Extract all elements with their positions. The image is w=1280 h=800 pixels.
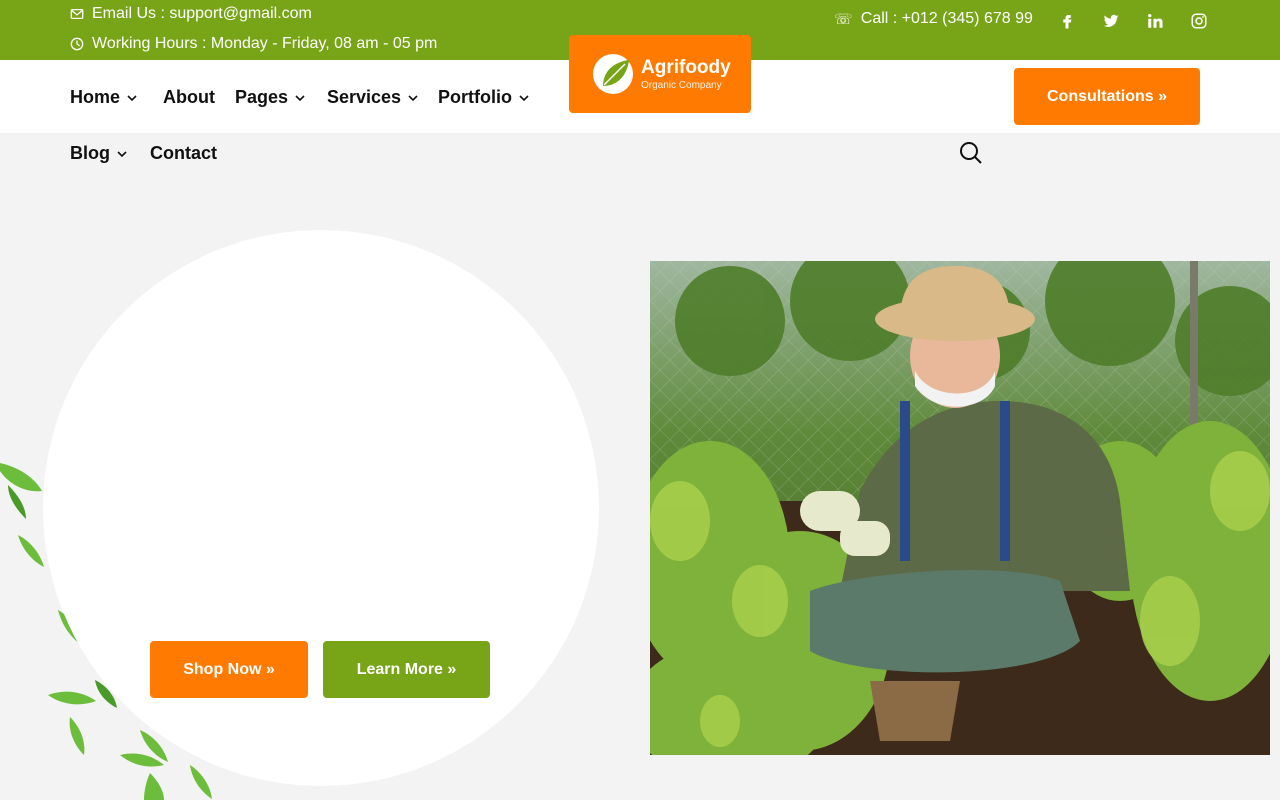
leaf-logo-icon [593, 54, 633, 94]
consultations-button[interactable]: Consultations » [1014, 68, 1200, 125]
brand-tagline: Organic Company [641, 79, 722, 91]
nav-label-contact: Contact [150, 143, 217, 163]
nav-label-pages: Pages [235, 87, 289, 107]
nav-item-contact[interactable]: Contact [150, 143, 217, 164]
mail-icon [70, 8, 84, 20]
hero-circle [43, 230, 599, 786]
chevron-down-icon [117, 150, 127, 157]
call-info[interactable]: ☏ Call : +012 (345) 678 99 [834, 10, 1033, 28]
nav-item-pages[interactable]: Pages [235, 87, 306, 108]
nav-item-about[interactable]: About [163, 87, 215, 108]
nav-label-services: Services [327, 87, 402, 107]
nav-label-blog: Blog [70, 143, 110, 163]
chevron-down-icon [127, 94, 137, 101]
nav-item-blog[interactable]: Blog [70, 143, 128, 164]
hours-text: Working Hours : Monday - Friday, 08 am -… [92, 35, 438, 52]
call-text: Call : +012 (345) 678 99 [860, 10, 1033, 27]
social-links [1045, 10, 1221, 32]
linkedin-icon[interactable] [1133, 10, 1177, 32]
nav-item-services[interactable]: Services [327, 87, 419, 108]
shop-now-button[interactable]: Shop Now » [150, 641, 308, 698]
email-text: Email Us : support@gmail.com [92, 5, 312, 22]
facebook-icon[interactable] [1045, 10, 1089, 32]
hero-photo [650, 261, 1270, 755]
search-button[interactable] [958, 140, 986, 168]
hours-info: Working Hours : Monday - Friday, 08 am -… [70, 35, 437, 53]
learn-more-button[interactable]: Learn More » [323, 641, 490, 698]
chevron-down-icon [408, 94, 418, 101]
clock-icon [70, 37, 84, 51]
nav-item-portfolio[interactable]: Portfolio [438, 87, 530, 108]
twitter-icon[interactable] [1089, 10, 1133, 32]
chevron-down-icon [519, 94, 529, 101]
phone-icon: ☏ [834, 11, 853, 28]
search-icon [960, 142, 982, 164]
brand-name: Agrifoody [641, 56, 731, 78]
nav-label-portfolio: Portfolio [438, 87, 512, 107]
nav-label-about: About [163, 87, 215, 107]
nav-item-home[interactable]: Home [70, 87, 138, 108]
brand-logo[interactable]: Agrifoody Organic Company [569, 35, 751, 113]
instagram-icon[interactable] [1177, 10, 1221, 32]
chevron-down-icon [295, 94, 305, 101]
email-info[interactable]: Email Us : support@gmail.com [70, 5, 312, 23]
nav-label-home: Home [70, 87, 121, 107]
